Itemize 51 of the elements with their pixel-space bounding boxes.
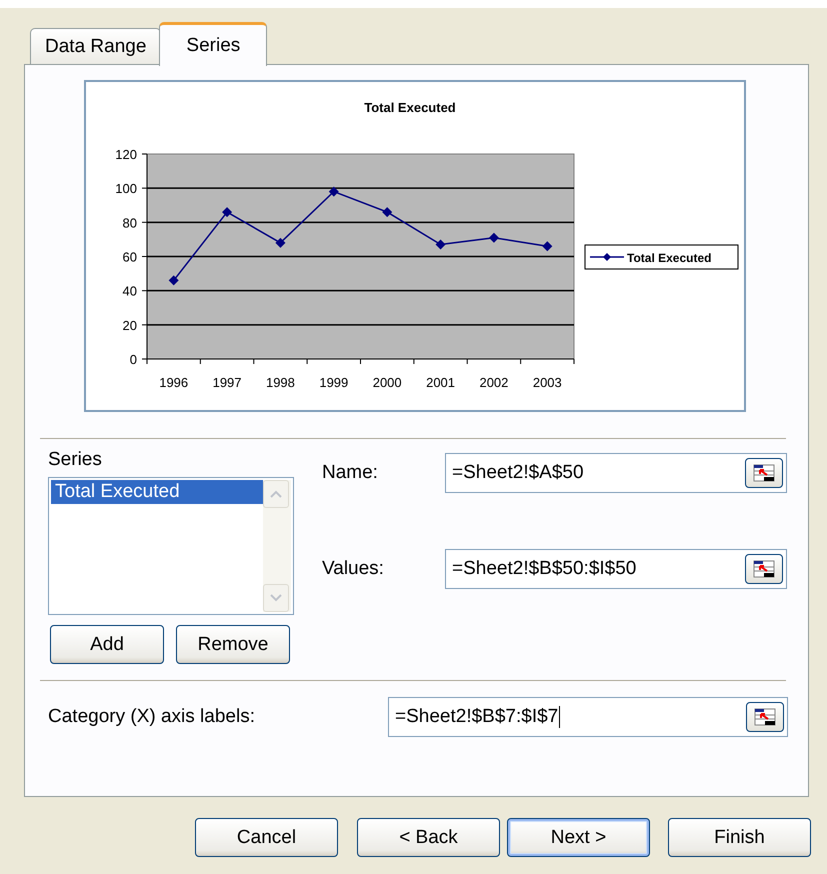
data-point [328,186,339,197]
x-tick-label: 2002 [479,375,508,390]
field-label: Values: [322,558,385,580]
reference-input-field[interactable]: =Sheet2!$A$50 [445,453,787,493]
dialog-button[interactable]: < Back [357,818,500,857]
data-point [168,275,179,286]
y-tick-label: 0 [130,352,137,367]
x-tick-label: 2003 [532,375,562,390]
x-tick-label: 2001 [426,375,456,390]
data-point [542,241,552,252]
y-tick-label: 100 [115,181,137,196]
dialog-button[interactable]: Next > [507,818,650,857]
data-point [436,240,446,250]
legend-label: Total Executed [627,251,712,265]
chart-title: Total Executed [364,100,456,115]
dialog-button[interactable]: Finish [668,818,811,857]
y-tick-label: 80 [122,215,137,230]
x-tick-label: 1996 [159,375,188,390]
data-point [222,207,232,218]
x-tick-label: 1997 [212,375,242,390]
cell-range-icon [753,707,777,727]
y-tick-label: 120 [115,147,137,162]
legend-line-icon [590,253,624,261]
x-tick-label: 1999 [319,375,348,390]
collapse-dialog-button[interactable] [746,702,784,732]
dialog-button[interactable]: Cancel [195,818,338,857]
add-button[interactable]: Add [50,625,164,664]
series-label: Series [48,449,103,471]
collapse-dialog-button[interactable] [745,458,783,488]
chevron-up-icon [270,490,282,498]
reference-input-field[interactable]: =Sheet2!$B$7:$I$7 [388,697,788,737]
x-tick-label: 1998 [266,375,295,390]
field-label: Name: [322,462,379,484]
tab[interactable]: Series [159,22,268,66]
remove-button[interactable]: Remove [176,625,290,664]
cell-range-icon [752,463,776,483]
cell-range-icon [752,559,776,579]
field-label: Category (X) axis labels: [48,706,256,728]
collapse-dialog-button[interactable] [745,554,783,584]
chevron-down-icon [270,594,282,602]
y-tick-label: 60 [122,250,137,264]
y-tick-label: 40 [122,284,137,299]
data-point [275,238,286,248]
series-listbox[interactable]: Total Executed [48,477,294,615]
x-tick-label: 2000 [372,375,402,390]
data-point [382,207,392,218]
y-tick-label: 20 [122,318,137,333]
series-list-item[interactable]: Total Executed [51,480,263,504]
tab[interactable]: Data Range [30,28,162,64]
data-point [488,232,499,243]
reference-input-field[interactable]: =Sheet2!$B$50:$I$50 [445,549,787,589]
